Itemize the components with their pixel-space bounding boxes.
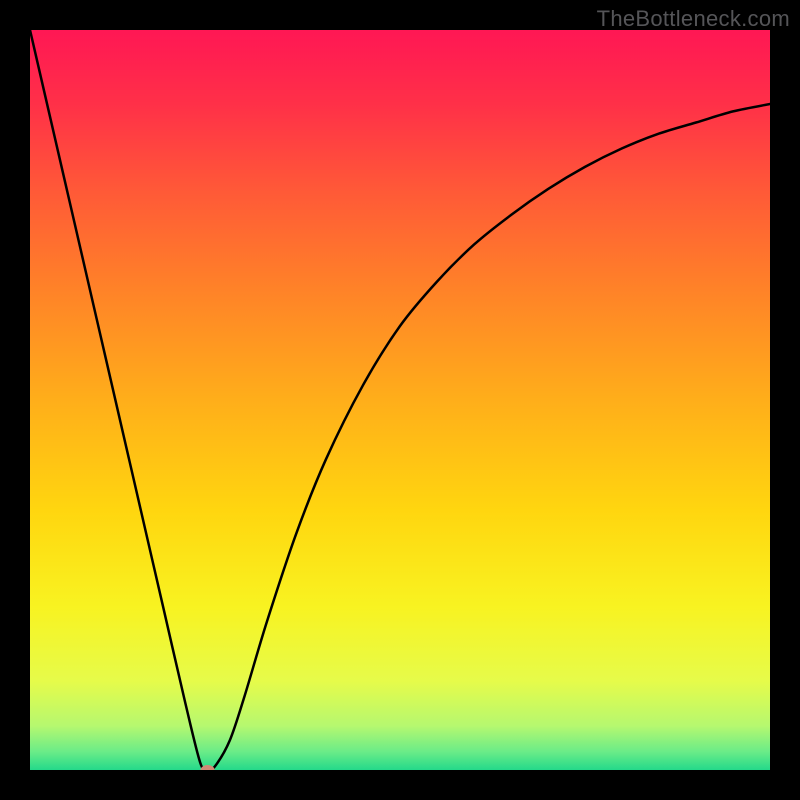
watermark-text: TheBottleneck.com — [597, 6, 790, 32]
chart-frame — [30, 30, 770, 770]
chart-canvas — [30, 30, 770, 770]
gradient-background — [30, 30, 770, 770]
